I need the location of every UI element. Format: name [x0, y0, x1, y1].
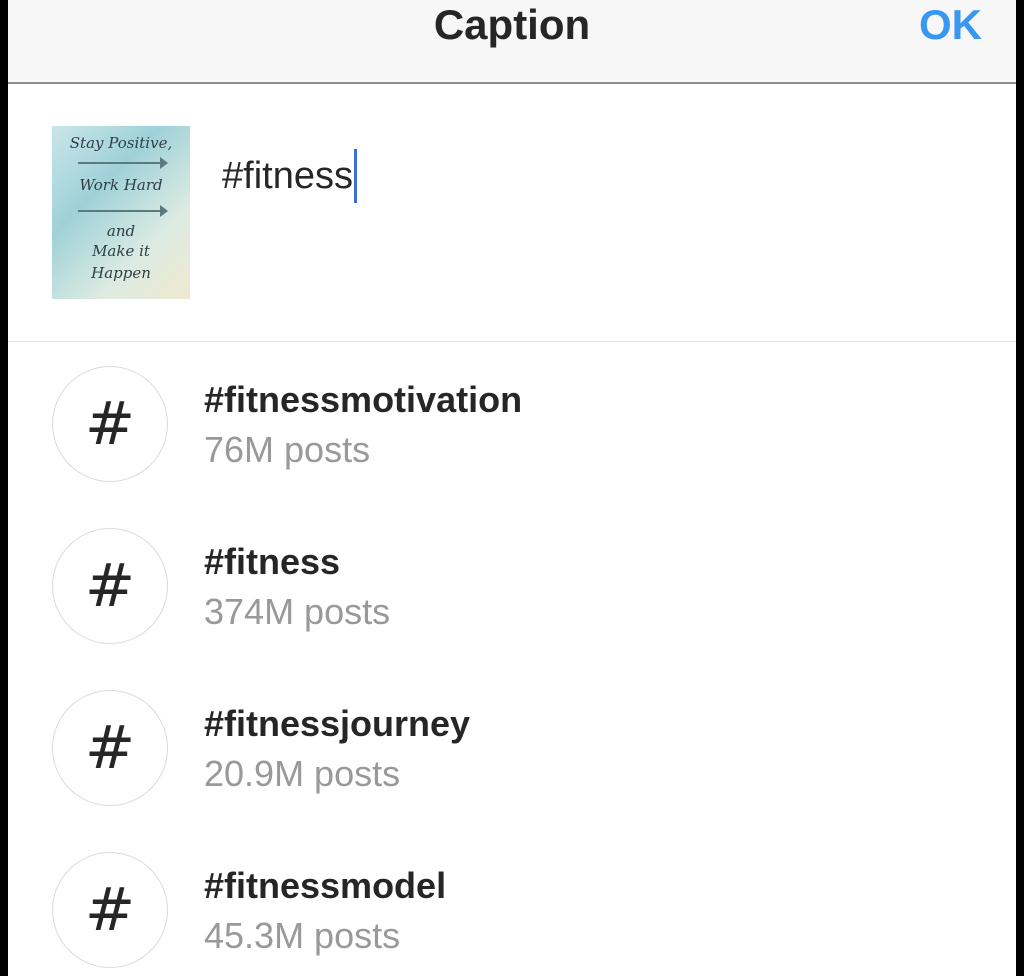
arrow-decoration-icon	[78, 157, 168, 169]
hashtag-name: #fitnessmotivation	[204, 379, 523, 420]
hashtag-name: #fitnessjourney	[204, 703, 471, 744]
page-title: Caption	[433, 1, 591, 48]
hashtag-suggestion-row[interactable]: # #fitness 374M posts	[8, 504, 1016, 666]
hashtag-suggestion-list: # #fitnessmotivation 76M posts # #fitnes…	[8, 342, 1016, 976]
hashtag-post-count: 45.3M posts	[204, 915, 401, 956]
thumbnail-text-line: Make it	[92, 242, 150, 260]
caption-area: Stay Positive, Work Hard and Make it Hap…	[8, 86, 1016, 342]
ok-button[interactable]: OK	[919, 0, 982, 50]
hashtag-icon: #	[52, 690, 168, 806]
hashtag-name: #fitness	[204, 541, 341, 582]
hashtag-suggestion-row[interactable]: # #fitnessjourney 20.9M posts	[8, 666, 1016, 828]
post-thumbnail: Stay Positive, Work Hard and Make it Hap…	[52, 126, 190, 299]
thumbnail-text-line: Work Hard	[79, 176, 163, 194]
text-cursor	[353, 149, 357, 203]
hashtag-post-count: 374M posts	[204, 591, 391, 632]
hashtag-icon: #	[52, 852, 168, 968]
hashtag-icon: #	[52, 528, 168, 644]
hashtag-suggestion-row[interactable]: # #fitnessmotivation 76M posts	[8, 342, 1016, 504]
screen: Caption OK Stay Positive, Work Hard and …	[0, 0, 1024, 976]
thumbnail-text-line: and	[106, 222, 136, 240]
arrow-decoration-icon	[78, 205, 168, 217]
thumbnail-text-line: Happen	[91, 264, 151, 282]
hashtag-post-count: 20.9M posts	[204, 753, 401, 794]
caption-input[interactable]: #fitness	[222, 146, 357, 206]
hashtag-icon: #	[52, 366, 168, 482]
hashtag-suggestion-row[interactable]: # #fitnessmodel 45.3M posts	[8, 828, 1016, 976]
hashtag-post-count: 76M posts	[204, 429, 371, 470]
caption-text: #fitness	[222, 155, 353, 197]
navigation-bar: Caption OK	[8, 0, 1016, 84]
thumbnail-text-line: Stay Positive,	[69, 134, 173, 152]
hashtag-name: #fitnessmodel	[204, 865, 447, 906]
